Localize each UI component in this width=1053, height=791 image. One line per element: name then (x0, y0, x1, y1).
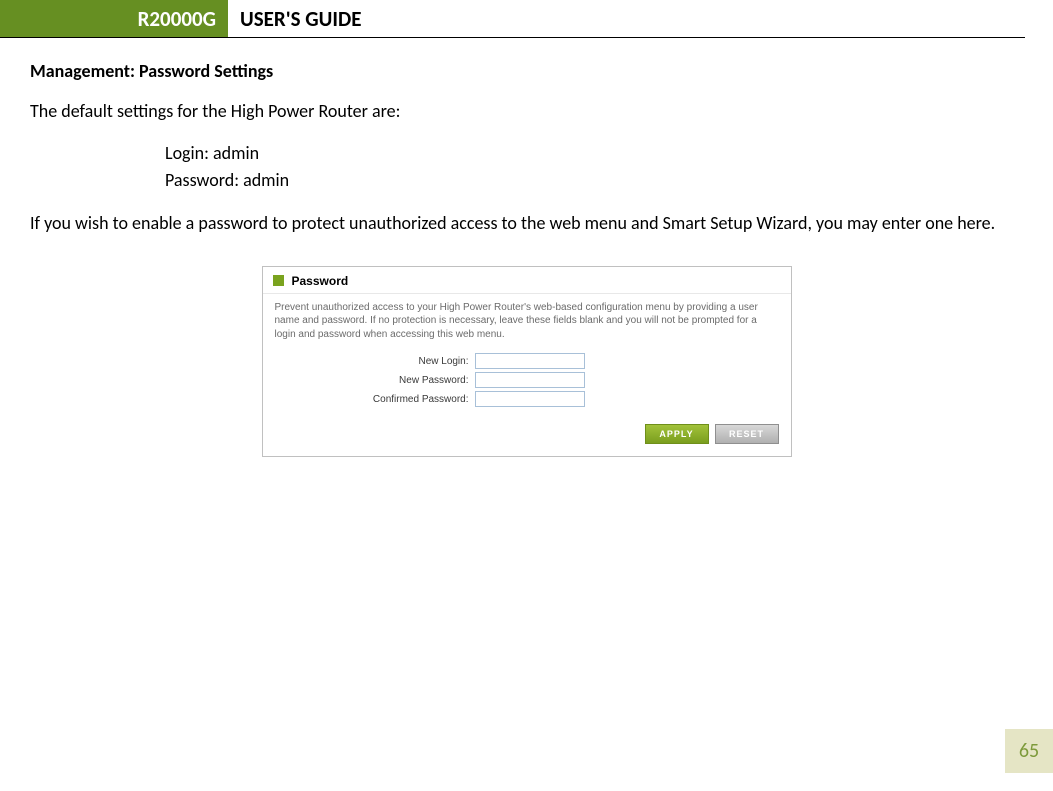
page-content: Management: Password Settings The defaul… (0, 38, 1053, 457)
apply-button[interactable]: APPLY (645, 424, 709, 444)
guide-title: USER'S GUIDE (228, 0, 361, 37)
model-badge: R20000G (0, 0, 228, 37)
square-icon (273, 275, 284, 286)
guide-title-text: USER'S GUIDE (240, 6, 361, 32)
panel-actions: APPLY RESET (263, 414, 791, 456)
instructions-paragraph: If you wish to enable a password to prot… (30, 210, 1023, 238)
input-new-password[interactable] (475, 372, 585, 388)
form-row-new-password: New Password: (275, 372, 779, 388)
panel-description: Prevent unauthorized access to your High… (263, 294, 791, 345)
intro-paragraph: The default settings for the High Power … (30, 98, 1023, 126)
page-header: R20000G USER'S GUIDE (0, 0, 1025, 38)
input-confirmed-password[interactable] (475, 391, 585, 407)
panel-title: Password (292, 274, 349, 288)
label-new-password: New Password: (275, 375, 475, 386)
reset-button[interactable]: RESET (715, 424, 779, 444)
model-text: R20000G (138, 6, 216, 32)
panel-header: Password (263, 267, 791, 294)
default-password: Password: admin (165, 167, 1023, 194)
panel-form: New Login: New Password: Confirmed Passw… (263, 344, 791, 414)
password-panel: Password Prevent unauthorized access to … (262, 266, 792, 458)
label-new-login: New Login: (275, 356, 475, 367)
page-number: 65 (1019, 739, 1039, 763)
default-credentials: Login: admin Password: admin (165, 140, 1023, 194)
default-login: Login: admin (165, 140, 1023, 167)
label-confirmed-password: Confirmed Password: (275, 394, 475, 405)
section-title: Management: Password Settings (30, 60, 1023, 82)
form-row-confirmed-password: Confirmed Password: (275, 391, 779, 407)
panel-wrap: Password Prevent unauthorized access to … (30, 266, 1023, 458)
form-row-new-login: New Login: (275, 353, 779, 369)
page-number-badge: 65 (1005, 729, 1053, 773)
input-new-login[interactable] (475, 353, 585, 369)
